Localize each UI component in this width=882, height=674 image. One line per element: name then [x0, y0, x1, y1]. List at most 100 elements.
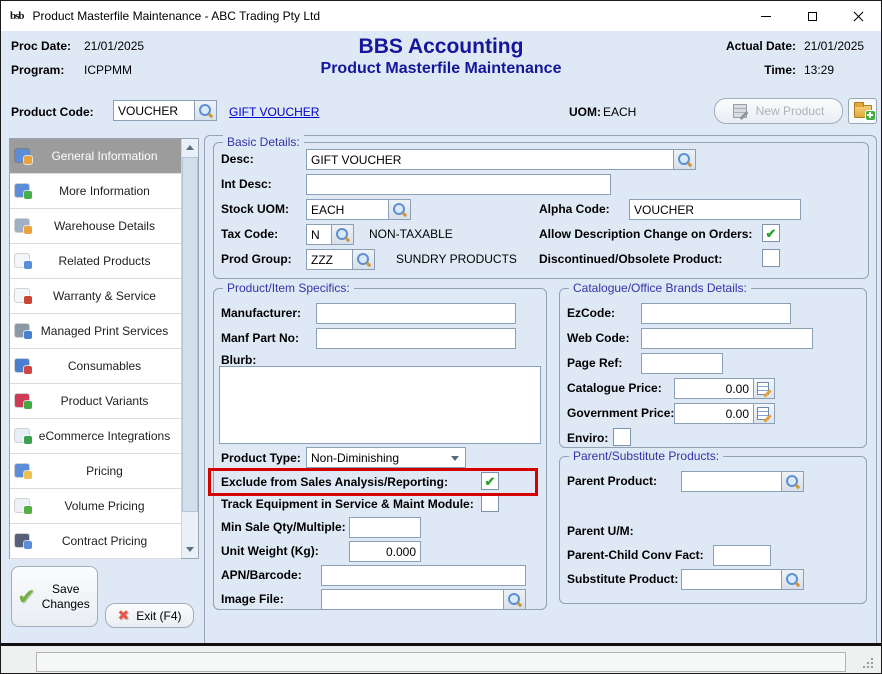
discontinued-checkbox[interactable]	[762, 249, 780, 267]
product-type-value: Non-Diminishing	[311, 451, 399, 465]
parent-product-input[interactable]	[681, 471, 782, 492]
product-code-label: Product Code:	[11, 105, 94, 119]
triangle-down-icon	[186, 547, 194, 552]
calculator-pencil-icon	[757, 407, 771, 420]
stock-uom-label: Stock UOM:	[221, 202, 289, 216]
government-price-input[interactable]	[674, 403, 754, 424]
sidebar-item-managed-print-services[interactable]: Managed Print Services	[10, 314, 181, 349]
sidebar-item-label: Contract Pricing	[32, 534, 181, 548]
parent-product-label: Parent Product:	[567, 474, 657, 488]
sidebar-item-pricing[interactable]: Pricing	[10, 454, 181, 489]
sidebar-item-ecommerce-integrations[interactable]: eCommerce Integrations	[10, 419, 181, 454]
actual-date-value: 21/01/2025	[804, 39, 864, 53]
open-product-folder-button[interactable]	[848, 98, 877, 124]
magnifier-icon	[785, 572, 800, 587]
maximize-button[interactable]	[789, 1, 835, 31]
scroll-down-button[interactable]	[182, 541, 198, 558]
chevron-down-icon	[451, 456, 459, 461]
new-product-button[interactable]: New Product	[714, 98, 843, 124]
sidebar-item-label: Warranty & Service	[32, 289, 181, 303]
sidebar-item-contract-pricing[interactable]: Contract Pricing	[10, 524, 181, 559]
triangle-up-icon	[186, 145, 194, 150]
product-type-select[interactable]: Non-Diminishing	[306, 447, 466, 468]
check-icon: ✔	[766, 227, 777, 240]
price-table-icon	[15, 464, 32, 479]
manufacturer-input[interactable]	[316, 303, 516, 324]
tax-code-lookup-button[interactable]	[332, 224, 354, 245]
app-icon: bsb	[10, 10, 24, 22]
enviro-checkbox[interactable]	[613, 428, 631, 446]
apn-barcode-label: APN/Barcode:	[221, 568, 302, 582]
blurb-textarea[interactable]	[219, 366, 541, 444]
stock-uom-lookup-button[interactable]	[389, 199, 411, 220]
int-desc-input[interactable]	[306, 174, 611, 195]
track-equipment-checkbox[interactable]	[481, 494, 499, 512]
image-file-input[interactable]	[321, 589, 504, 610]
product-code-lookup-button[interactable]	[195, 100, 217, 121]
sidebar-item-label: Related Products	[32, 254, 181, 268]
sidebar-item-label: Consumables	[32, 359, 181, 373]
apn-barcode-input[interactable]	[321, 565, 526, 586]
desc-input[interactable]	[306, 149, 674, 170]
parent-child-conv-fact-input[interactable]	[713, 545, 771, 566]
catalogue-price-input[interactable]	[674, 378, 754, 399]
minimize-button[interactable]	[743, 1, 789, 31]
sidebar-item-more-information[interactable]: More Information	[10, 174, 181, 209]
sidebar-item-related-products[interactable]: Related Products	[10, 244, 181, 279]
resize-grip-icon[interactable]	[861, 656, 873, 668]
page-ref-input[interactable]	[641, 353, 723, 374]
substitute-product-label: Substitute Product:	[567, 572, 678, 586]
substitute-product-lookup-button[interactable]	[782, 569, 804, 590]
manf-part-no-label: Manf Part No:	[221, 331, 299, 345]
web-code-input[interactable]	[641, 328, 813, 349]
manufacturer-label: Manufacturer:	[221, 306, 301, 320]
sidebar-item-label: eCommerce Integrations	[32, 429, 181, 443]
parent-product-lookup-button[interactable]	[782, 471, 804, 492]
tax-code-input[interactable]	[306, 224, 332, 245]
exit-button[interactable]: ✖ Exit (F4)	[105, 603, 194, 628]
min-sale-qty-label: Min Sale Qty/Multiple:	[221, 520, 346, 534]
save-changes-button[interactable]: ✔ Save Changes	[11, 566, 98, 627]
alpha-code-label: Alpha Code:	[539, 202, 610, 216]
unit-weight-input[interactable]	[349, 541, 421, 562]
product-code-input[interactable]	[113, 100, 195, 121]
sidebar-list: General Information More Information War…	[10, 139, 181, 558]
sidebar-item-warranty-service[interactable]: Warranty & Service	[10, 279, 181, 314]
sidebar-item-general-information[interactable]: General Information	[10, 139, 181, 174]
magnifier-icon	[356, 252, 371, 267]
ezcode-input[interactable]	[641, 303, 791, 324]
stock-uom-input[interactable]	[306, 199, 389, 220]
exclude-sales-analysis-checkbox[interactable]: ✔	[481, 472, 499, 490]
status-message-area	[36, 652, 846, 672]
government-price-edit-button[interactable]	[754, 403, 775, 424]
sidebar-item-product-variants[interactable]: Product Variants	[10, 384, 181, 419]
alpha-code-input[interactable]	[629, 199, 801, 220]
tiles-icon	[15, 394, 32, 409]
warehouse-details-icon	[15, 219, 32, 234]
allow-desc-change-checkbox[interactable]: ✔	[762, 224, 780, 242]
manf-part-no-input[interactable]	[316, 328, 516, 349]
sidebar-item-consumables[interactable]: Consumables	[10, 349, 181, 384]
catalogue-price-edit-button[interactable]	[754, 378, 775, 399]
scrollbar-thumb[interactable]	[182, 157, 198, 512]
related-products-icon	[15, 254, 32, 269]
product-description-link[interactable]: GIFT VOUCHER	[229, 105, 319, 119]
prod-group-input[interactable]	[306, 249, 353, 270]
sidebar-scrollbar[interactable]	[181, 139, 198, 558]
magnifier-icon	[198, 103, 213, 118]
substitute-product-input[interactable]	[681, 569, 782, 590]
check-icon: ✔	[485, 475, 496, 488]
desc-lookup-button[interactable]	[674, 149, 696, 170]
prod-group-description: SUNDRY PRODUCTS	[396, 252, 517, 266]
prod-group-lookup-button[interactable]	[353, 249, 375, 270]
sidebar-item-warehouse-details[interactable]: Warehouse Details	[10, 209, 181, 244]
track-equipment-label: Track Equipment in Service & Maint Modul…	[221, 497, 474, 511]
scroll-up-button[interactable]	[182, 139, 198, 156]
image-file-lookup-button[interactable]	[504, 589, 526, 610]
min-sale-qty-input[interactable]	[349, 517, 421, 538]
sidebar-item-label: General Information	[32, 149, 181, 163]
close-button[interactable]	[835, 1, 881, 31]
new-product-label: New Product	[756, 104, 825, 118]
desc-label: Desc:	[221, 152, 254, 166]
sidebar-item-volume-pricing[interactable]: Volume Pricing	[10, 489, 181, 524]
